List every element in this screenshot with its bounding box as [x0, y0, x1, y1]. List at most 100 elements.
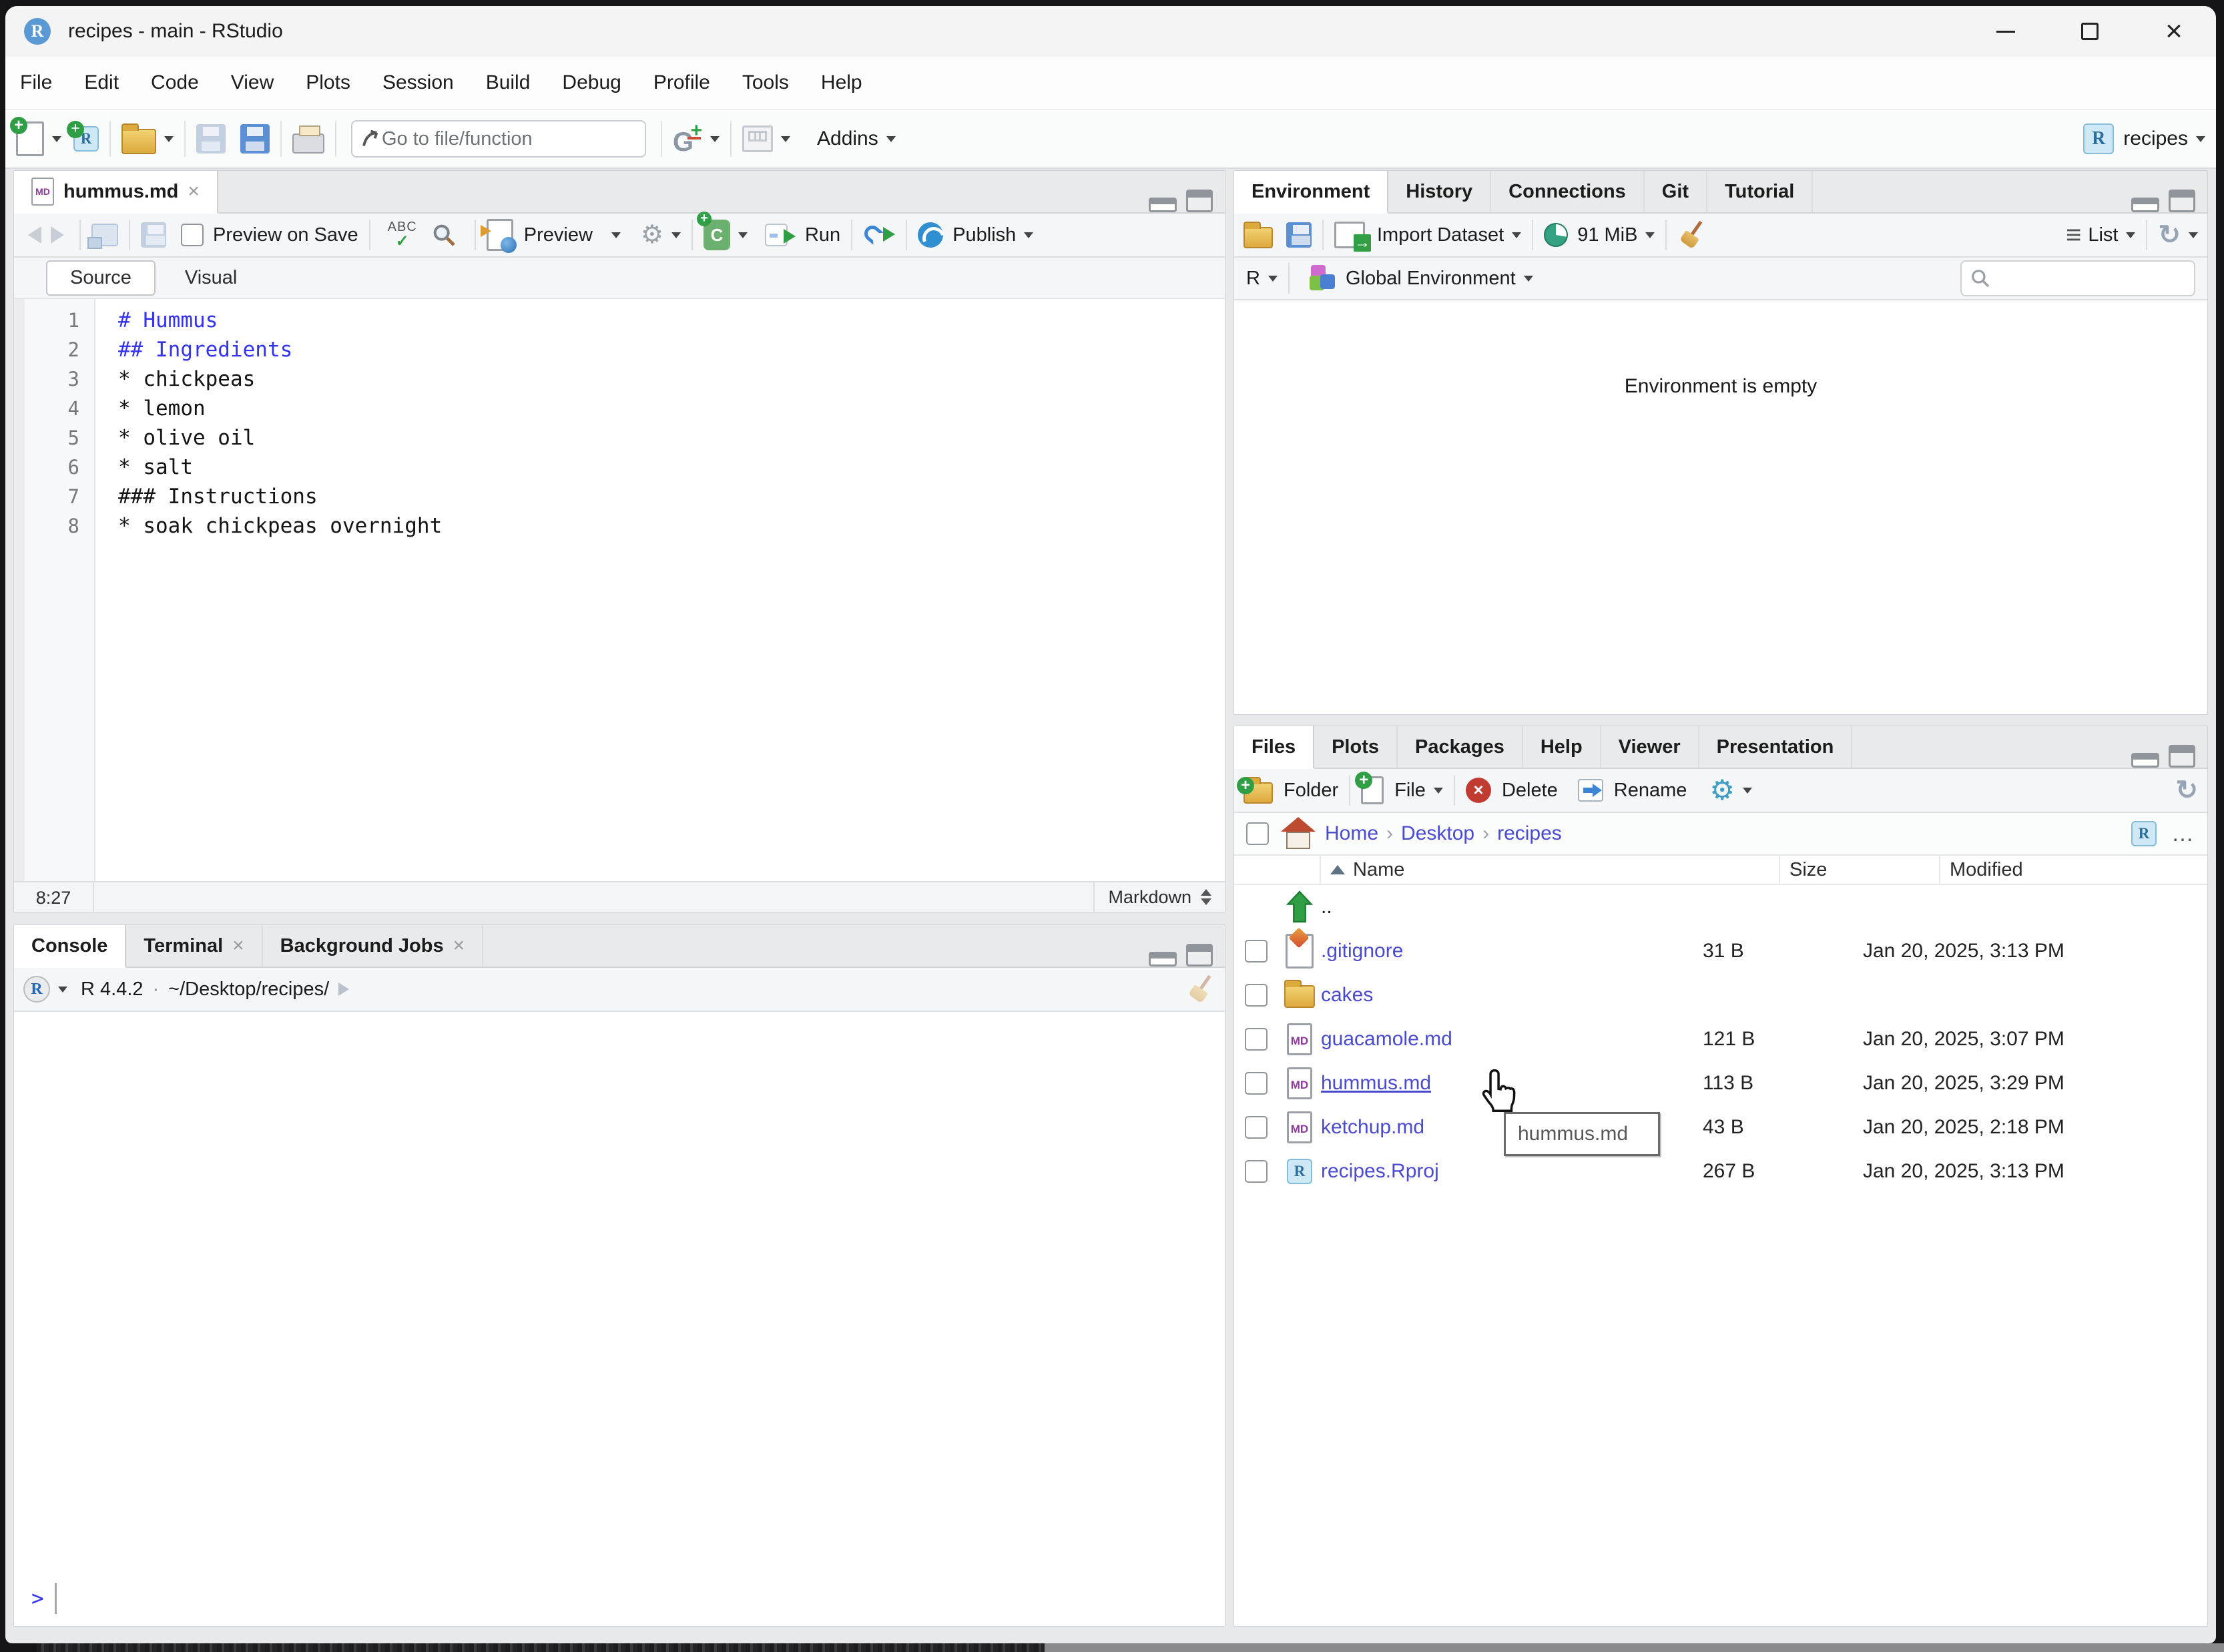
file-checkbox[interactable]	[1245, 1116, 1268, 1139]
file-row-ketchup[interactable]: MD ketchup.md 43 B Jan 20, 2025, 2:18 PM	[1234, 1105, 2207, 1149]
refresh-files-icon[interactable]: ↻	[2175, 777, 2198, 804]
editor-tab-close-icon[interactable]: ×	[188, 180, 200, 203]
tab-background-jobs[interactable]: Background Jobs ×	[263, 925, 484, 967]
clear-environment-broom-icon[interactable]	[1677, 220, 1707, 250]
menu-edit[interactable]: Edit	[84, 71, 119, 94]
menu-debug[interactable]: Debug	[562, 71, 621, 94]
preview-caret-icon[interactable]	[611, 232, 621, 238]
tab-environment[interactable]: Environment	[1234, 171, 1389, 214]
background-jobs-close-icon[interactable]: ×	[453, 934, 465, 957]
console-maximize-icon[interactable]	[1186, 944, 1213, 967]
file-row-cakes[interactable]: cakes	[1234, 973, 2207, 1017]
preview-button[interactable]: Preview	[524, 224, 593, 246]
file-row-rproj[interactable]: R recipes.Rproj 267 B Jan 20, 2025, 3:13…	[1234, 1149, 2207, 1193]
menu-help[interactable]: Help	[821, 71, 862, 94]
tab-viewer[interactable]: Viewer	[1601, 726, 1699, 768]
open-directory-icon[interactable]	[338, 983, 350, 996]
menu-code[interactable]: Code	[151, 71, 199, 94]
spellcheck-icon[interactable]: ABC ✓	[388, 220, 417, 250]
save-all-button[interactable]	[240, 124, 270, 154]
import-dataset-button[interactable]: Import Dataset	[1377, 224, 1504, 246]
tab-connections[interactable]: Connections	[1491, 171, 1645, 212]
rename-button[interactable]: Rename	[1614, 780, 1687, 802]
addins-button[interactable]: Addins	[808, 127, 896, 150]
file-name[interactable]: .gitignore	[1321, 940, 1693, 962]
forward-icon[interactable]	[51, 226, 64, 244]
column-header-name[interactable]: Name	[1321, 856, 1780, 884]
file-row-gitignore[interactable]: .gitignore 31 B Jan 20, 2025, 3:13 PM	[1234, 929, 2207, 973]
select-all-checkbox[interactable]	[1246, 822, 1269, 845]
tab-git[interactable]: Git	[1645, 171, 1708, 212]
console-minimize-icon[interactable]	[1149, 952, 1177, 967]
tab-presentation[interactable]: Presentation	[1699, 726, 1853, 768]
r-version-caret-icon[interactable]	[58, 986, 67, 993]
rerun-icon[interactable]	[863, 223, 896, 247]
refresh-environment-icon[interactable]: ↻	[2158, 222, 2181, 248]
language-selector[interactable]: R	[1246, 268, 1260, 290]
pane-layout-button[interactable]	[742, 125, 790, 152]
print-button[interactable]	[292, 124, 324, 154]
tab-terminal[interactable]: Terminal ×	[126, 925, 263, 967]
editor-save-icon[interactable]	[141, 222, 166, 248]
environment-search-box[interactable]	[1960, 260, 2195, 296]
insert-chunk-icon[interactable]: C	[696, 212, 730, 250]
column-header-size[interactable]: Size	[1780, 856, 1940, 884]
file-row-hummus[interactable]: MD hummus.md 113 B Jan 20, 2025, 3:29 PM	[1234, 1061, 2207, 1105]
breadcrumb-home[interactable]: Home	[1325, 822, 1378, 845]
files-maximize-icon[interactable]	[2169, 745, 2195, 768]
import-dataset-caret-icon[interactable]	[1512, 232, 1522, 238]
file-name[interactable]: guacamole.md	[1321, 1028, 1693, 1051]
goto-file-function-box[interactable]	[351, 120, 646, 158]
refresh-caret-icon[interactable]	[2189, 232, 2198, 238]
delete-button[interactable]: Delete	[1502, 780, 1558, 802]
memory-usage-label[interactable]: 91 MiB	[1577, 224, 1637, 246]
terminal-close-icon[interactable]: ×	[232, 934, 244, 957]
publish-button[interactable]: Publish	[952, 224, 1016, 246]
file-checkbox[interactable]	[1245, 1072, 1268, 1095]
more-file-commands-gear-icon[interactable]: ⚙	[1709, 776, 1735, 804]
go-to-directory-button[interactable]: …	[2171, 821, 2195, 847]
breadcrumb-recipes[interactable]: recipes	[1497, 822, 1562, 845]
new-folder-button[interactable]: Folder	[1284, 780, 1338, 802]
file-row-guacamole[interactable]: MD guacamole.md 121 B Jan 20, 2025, 3:07…	[1234, 1017, 2207, 1061]
source-mode-button[interactable]: Source	[46, 260, 156, 296]
file-checkbox[interactable]	[1245, 940, 1268, 962]
open-file-button[interactable]	[121, 123, 174, 154]
search-icon[interactable]	[431, 222, 457, 248]
file-checkbox[interactable]	[1245, 984, 1268, 1007]
code-content[interactable]: # Hummus ## Ingredients * chickpeas * le…	[95, 299, 1225, 881]
new-file-button[interactable]: File	[1394, 780, 1426, 802]
tab-files[interactable]: Files	[1234, 726, 1315, 769]
editor-settings-gear-icon[interactable]: ⚙	[641, 222, 663, 248]
editor-tab-hummus[interactable]: MD hummus.md ×	[14, 171, 218, 214]
code-editor[interactable]: 1 2 3 4 5 6 7 8 # Hummus ## Ingredients …	[14, 299, 1225, 881]
tab-help[interactable]: Help	[1523, 726, 1601, 768]
new-file-button[interactable]: +	[10, 117, 61, 156]
publish-caret-icon[interactable]	[1024, 232, 1034, 238]
menu-session[interactable]: Session	[382, 71, 454, 94]
settings-caret-icon[interactable]	[671, 232, 681, 238]
environment-scope-selector[interactable]: Global Environment	[1346, 268, 1516, 290]
back-icon[interactable]	[28, 226, 41, 244]
environment-maximize-icon[interactable]	[2169, 190, 2195, 212]
new-file-caret-icon[interactable]	[1433, 787, 1443, 794]
window-close-button[interactable]: ×	[2132, 6, 2216, 57]
tab-tutorial[interactable]: Tutorial	[1707, 171, 1814, 212]
insert-chunk-caret-icon[interactable]	[738, 232, 748, 238]
file-name[interactable]: ..	[1321, 896, 1693, 918]
version-control-button[interactable]: G +	[673, 121, 720, 156]
language-caret-icon[interactable]	[1268, 275, 1278, 282]
file-row-up[interactable]: ..	[1234, 885, 2207, 929]
environment-minimize-icon[interactable]	[2131, 198, 2159, 212]
source-minimize-icon[interactable]	[1149, 198, 1177, 212]
list-view-button[interactable]: List	[2088, 224, 2118, 246]
window-maximize-button[interactable]	[2048, 6, 2132, 57]
menu-profile[interactable]: Profile	[653, 71, 710, 94]
save-workspace-icon[interactable]	[1286, 222, 1312, 248]
files-minimize-icon[interactable]	[2131, 753, 2159, 768]
open-in-new-window-icon[interactable]	[87, 224, 118, 249]
list-view-caret-icon[interactable]	[2126, 232, 2136, 238]
file-name[interactable]: recipes.Rproj	[1321, 1160, 1693, 1183]
tab-plots[interactable]: Plots	[1314, 726, 1398, 768]
goto-file-input[interactable]	[382, 127, 602, 150]
